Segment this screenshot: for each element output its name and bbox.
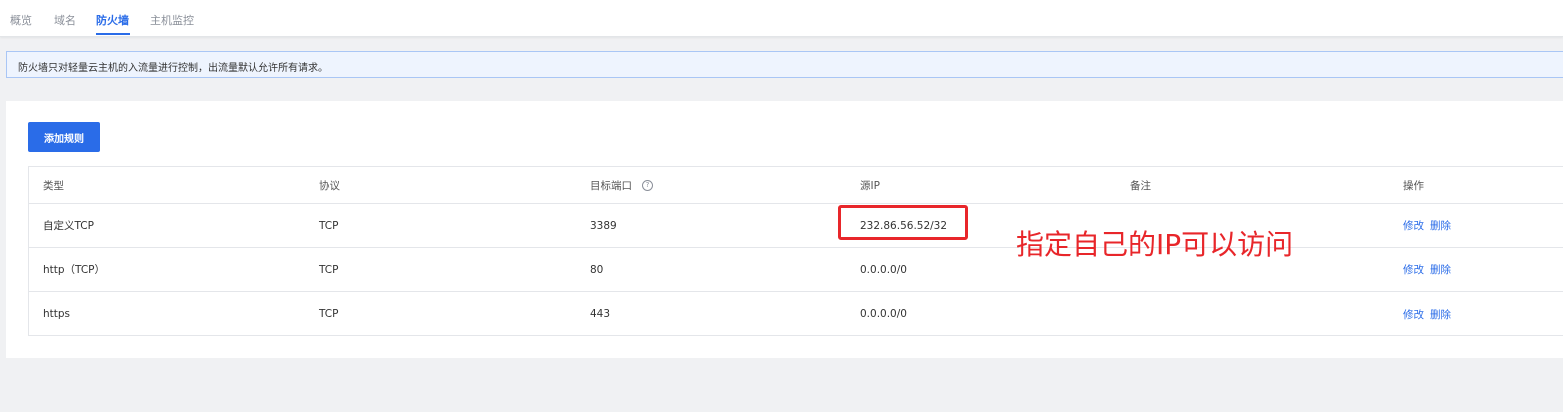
- add-rule-button[interactable]: 添加规则: [28, 122, 100, 152]
- cell-actions: 修改 删除: [1403, 248, 1457, 291]
- tab-host-monitor[interactable]: 主机监控: [150, 12, 194, 28]
- cell-port: 3389: [590, 219, 617, 232]
- source-ip-highlight-box: [838, 205, 968, 240]
- header-actions: 操作: [1403, 179, 1424, 192]
- cell-type: http（TCP）: [43, 264, 106, 276]
- cell-actions: 修改 删除: [1403, 204, 1457, 247]
- delete-link[interactable]: 删除: [1430, 218, 1451, 233]
- header-port-label: 目标端口: [590, 179, 632, 192]
- cell-port: 80: [590, 263, 604, 276]
- edit-link[interactable]: 修改: [1403, 262, 1424, 277]
- question-circle-icon[interactable]: ?: [642, 179, 653, 191]
- cell-protocol: TCP: [319, 308, 339, 320]
- cell-source-ip: 0.0.0.0/0: [860, 263, 907, 276]
- cell-actions: 修改 删除: [1403, 292, 1457, 336]
- info-notice: 防火墙只对轻量云主机的入流量进行控制，出流量默认允许所有请求。: [6, 51, 1563, 78]
- header-port: 目标端口 ?: [590, 167, 653, 203]
- table-header-row: 类型 协议 目标端口 ? 源IP 备注 操作: [29, 167, 1563, 204]
- firewall-rules-table: 类型 协议 目标端口 ? 源IP 备注 操作 自定义TCP TCP 3389 2…: [28, 166, 1563, 336]
- header-source-ip: 源IP: [860, 179, 880, 192]
- annotation-text: 指定自己的IP可以访问: [1016, 228, 1294, 261]
- cell-type: 自定义TCP: [43, 220, 94, 232]
- table-row: 自定义TCP TCP 3389 232.86.56.52/32 修改 删除: [29, 204, 1563, 248]
- delete-link[interactable]: 删除: [1430, 307, 1451, 322]
- firewall-panel: 添加规则 类型 协议 目标端口 ? 源IP 备注 操作 自定义TCP TCP 3…: [6, 101, 1563, 358]
- tab-domain[interactable]: 域名: [54, 12, 76, 28]
- header-protocol: 协议: [319, 179, 340, 192]
- cell-protocol: TCP: [319, 263, 339, 276]
- table-row: http（TCP） TCP 80 0.0.0.0/0 修改 删除: [29, 248, 1563, 292]
- cell-source-ip: 0.0.0.0/0: [860, 308, 907, 320]
- tab-overview[interactable]: 概览: [10, 12, 32, 28]
- top-tab-bar: 概览 域名 防火墙 主机监控: [0, 0, 1563, 37]
- cell-port: 443: [590, 308, 611, 320]
- table-row: https TCP 443 0.0.0.0/0 修改 删除: [29, 292, 1563, 336]
- header-remark: 备注: [1130, 179, 1151, 192]
- edit-link[interactable]: 修改: [1403, 218, 1424, 233]
- cell-type: https: [43, 308, 71, 320]
- tab-firewall[interactable]: 防火墙: [96, 12, 129, 28]
- header-type: 类型: [43, 179, 64, 192]
- edit-link[interactable]: 修改: [1403, 307, 1424, 322]
- delete-link[interactable]: 删除: [1430, 262, 1451, 277]
- cell-protocol: TCP: [319, 219, 339, 232]
- notice-text: 防火墙只对轻量云主机的入流量进行控制，出流量默认允许所有请求。: [18, 63, 328, 74]
- active-tab-indicator: [96, 33, 130, 35]
